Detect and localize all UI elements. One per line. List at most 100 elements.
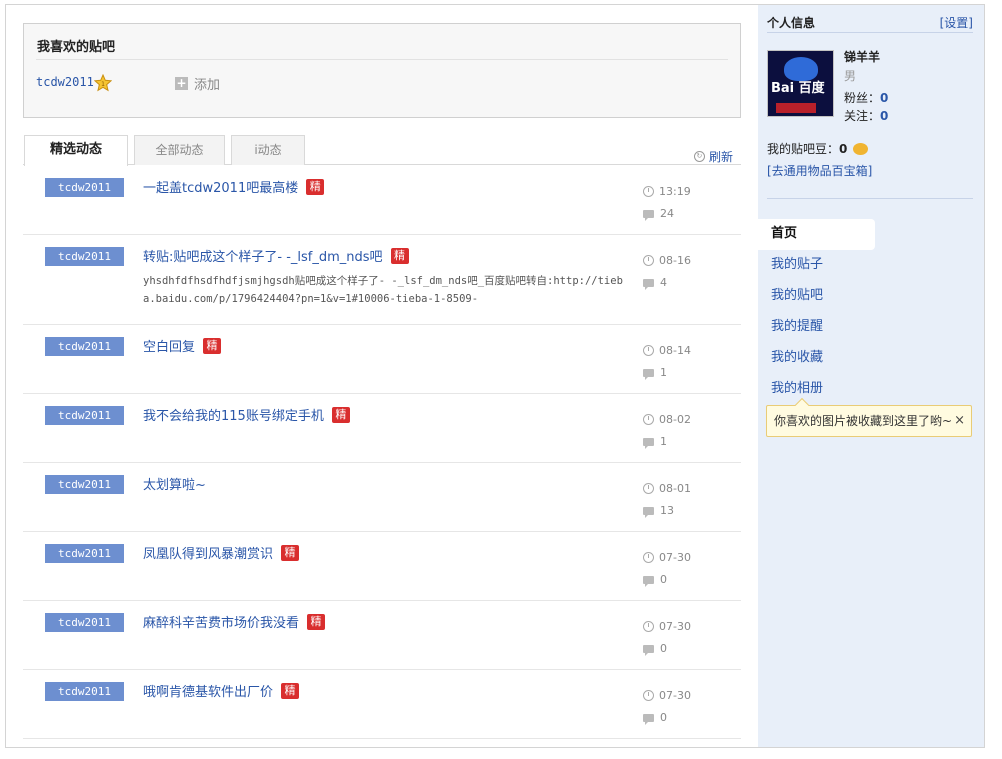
feed-reply-count: 0 [660,711,667,724]
feed-time: 07-30 [643,551,691,564]
svg-text:1: 1 [101,81,105,88]
feed-title-link[interactable]: 太划算啦~ [143,474,206,493]
feed-time: 07-30 [643,689,691,702]
feed-replies: 1 [643,366,667,380]
feed-title-link[interactable]: 凤凰队得到风暴潮赏识 [143,543,273,562]
sidebar-item-my-forums[interactable]: 我的贴吧 [758,281,984,312]
clock-icon [643,483,654,494]
clock-icon [643,255,654,266]
feed-forum-tag[interactable]: tcdw2011 [45,337,124,356]
feed-reply-count: 4 [660,276,667,289]
fans-count[interactable]: 0 [880,91,888,105]
feed-time: 07-30 [643,620,691,633]
feed-time: 08-16 [643,254,691,267]
feed-title-row: 一起盖tcdw2011吧最高楼 精 [143,177,325,196]
beans-count: 0 [839,141,848,156]
feed-title-row: 我不会给我的115账号绑定手机 精 [143,405,350,424]
featured-badge: 精 [306,178,325,195]
refresh-button[interactable]: ↻ 刷新 [693,148,733,165]
feed-title-link[interactable]: 空白回复 [143,336,195,355]
feed-title-link[interactable]: 麻醉科辛苦费市场价我没看 [143,612,299,631]
feed-item: tcdw2011 哦啊肯德基软件出厂价 精 07-30 0 [23,670,741,739]
comment-icon [643,437,654,449]
star-badge-icon: 1 [94,74,112,92]
piggy-bank-icon [853,142,869,155]
clock-icon [643,345,654,356]
tab-all[interactable]: 全部动态 [134,135,225,165]
feed-replies: 1 [643,435,667,449]
feed-item: tcdw2011 凤凰队得到风暴潮赏识 精 07-30 0 [23,532,741,601]
close-icon[interactable]: × [954,406,965,436]
fans-row: 粉丝：0 [844,89,888,106]
feed-forum-tag[interactable]: tcdw2011 [45,406,124,425]
feed-forum-tag[interactable]: tcdw2011 [45,475,124,494]
feed-item: tcdw2011 一起盖tcdw2011吧最高楼 精 13:19 24 [23,166,741,235]
feed-replies: 0 [643,573,667,587]
feed-time-text: 07-30 [659,551,691,564]
sidebar-item-my-favorites[interactable]: 我的收藏 [758,343,984,374]
feed-item: tcdw2011 我不会给我的115账号绑定手机 精 08-02 1 [23,394,741,463]
featured-badge: 精 [281,682,300,699]
comment-icon [643,644,654,656]
feed-title-link[interactable]: 我不会给我的115账号绑定手机 [143,405,324,424]
feed-time: 08-01 [643,482,691,495]
sidebar-item-my-albums[interactable]: 我的相册 [758,374,984,405]
feed-item: tcdw2011 麻醉科辛苦费市场价我没看 精 07-30 0 [23,601,741,670]
feed-title-link[interactable]: 一起盖tcdw2011吧最高楼 [143,177,298,196]
add-forum-button[interactable]: + 添加 [175,74,220,93]
feed-time-text: 07-30 [659,620,691,633]
feed-title-link[interactable]: 转贴:贴吧成这个样子了- -_lsf_dm_nds吧 [143,246,383,265]
divider [767,32,973,33]
favorite-forum-link[interactable]: tcdw2011 [36,75,94,89]
feed-time: 08-02 [643,413,691,426]
feed-replies: 24 [643,207,674,221]
feed-reply-count: 24 [660,207,674,220]
feed-title-link[interactable]: 哦啊肯德基软件出厂价 [143,681,273,700]
treasure-box-link[interactable]: [去通用物品百宝箱] [767,162,872,179]
feed-time: 08-14 [643,344,691,357]
follow-count[interactable]: 0 [880,109,888,123]
settings-link[interactable]: [设置] [940,14,973,31]
feed-forum-tag[interactable]: tcdw2011 [45,247,124,266]
follow-label: 关注： [844,109,881,123]
page-frame: 我喜欢的贴吧 tcdw2011 1 + 添加 精选动态 全部动态 i动态 ↻ 刷… [5,4,985,748]
sidebar-item-home[interactable]: 首页 [758,219,875,250]
feed-forum-tag[interactable]: tcdw2011 [45,544,124,563]
tab-i-feed[interactable]: i动态 [231,135,305,165]
comment-icon [643,506,654,518]
feed-forum-tag[interactable]: tcdw2011 [45,178,124,197]
comment-icon [643,209,654,221]
feed-item: tcdw2011 转贴:贴吧成这个样子了- -_lsf_dm_nds吧 精 yh… [23,235,741,325]
tooltip-text: 你喜欢的图片被收藏到这里了哟~ [774,414,953,428]
avatar-decoration [776,103,816,113]
album-tooltip: 你喜欢的图片被收藏到这里了哟~ × [766,397,972,437]
feed-time-text: 08-14 [659,344,691,357]
add-forum-label: 添加 [194,78,221,93]
clock-icon [643,552,654,563]
plus-icon: + [175,76,188,90]
sidebar-item-my-reminders[interactable]: 我的提醒 [758,312,984,343]
featured-badge: 精 [390,247,409,264]
feed-title-row: 麻醉科辛苦费市场价我没看 精 [143,612,326,631]
feed-forum-tag[interactable]: tcdw2011 [45,682,124,701]
beans-row: 我的贴吧豆： 0 [767,140,869,157]
sidebar-item-my-posts[interactable]: 我的贴子 [758,250,984,281]
gender: 男 [844,69,857,83]
clock-icon [643,621,654,632]
refresh-icon: ↻ [693,151,705,162]
tab-featured[interactable]: 精选动态 [24,135,128,166]
feed-reply-count: 0 [660,573,667,586]
feed-replies: 13 [643,504,674,518]
feed-reply-count: 1 [660,435,667,448]
beans-label: 我的贴吧豆： [767,142,840,156]
feed-time: 13:19 [643,185,691,198]
feed-forum-tag[interactable]: tcdw2011 [45,613,124,632]
clock-icon [643,186,654,197]
avatar[interactable]: Bai 百度 [767,50,834,117]
feed-time-text: 08-01 [659,482,691,495]
comment-icon [643,278,654,290]
feed-reply-count: 0 [660,642,667,655]
clock-icon [643,690,654,701]
username[interactable]: 锑羊羊 [844,48,880,65]
favorite-forums-title: 我喜欢的贴吧 [37,40,116,55]
